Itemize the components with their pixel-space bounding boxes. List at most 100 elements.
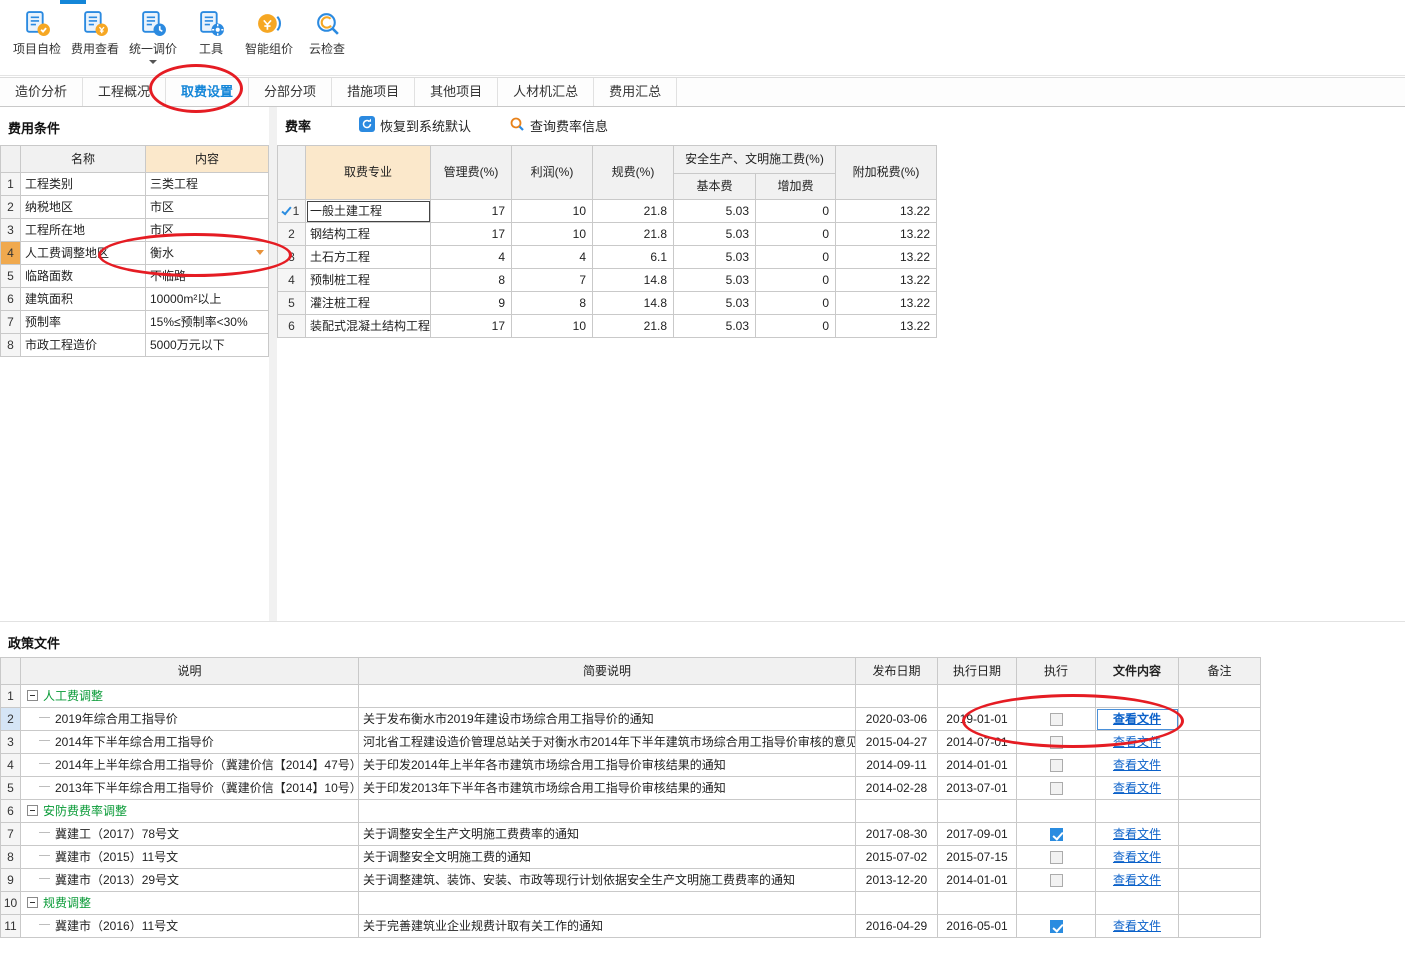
rate-value[interactable]: 10 <box>511 314 593 338</box>
view-file-link[interactable]: 查看文件 <box>1113 735 1161 749</box>
rate-value[interactable]: 0 <box>754 222 837 246</box>
view-file-link[interactable]: 查看文件 <box>1113 919 1161 933</box>
tab-subsection-items[interactable]: 分部分项 <box>249 78 333 106</box>
view-file-link[interactable]: 查看文件 <box>1113 850 1161 864</box>
rate-value[interactable]: 6.1 <box>592 245 674 269</box>
rate-value[interactable]: 8 <box>511 291 593 315</box>
tab-fee-settings[interactable]: 取费设置 <box>166 78 250 106</box>
execute-checkbox[interactable] <box>1049 758 1063 772</box>
policy-file-row[interactable]: 7 冀建工（2017）78号文 关于调整安全生产文明施工费费率的通知 2017-08-… <box>0 822 1261 846</box>
rate-value[interactable]: 4 <box>430 245 512 269</box>
fee-condition-row[interactable]: 1 工程类别 三类工程 <box>0 172 269 196</box>
execute-checkbox[interactable] <box>1049 827 1063 841</box>
condition-value[interactable]: 10000m²以上 <box>145 287 269 311</box>
fee-condition-row[interactable]: 6 建筑面积 10000m²以上 <box>0 287 269 311</box>
execute-checkbox[interactable] <box>1049 735 1063 749</box>
policy-file-row[interactable]: 3 2014年下半年综合用工指导价 河北省工程建设造价管理总站关于对衡水市2014年… <box>0 730 1261 754</box>
toolbar-item-project-self-check[interactable]: 项目自检 <box>8 10 66 57</box>
tab-project-overview[interactable]: 工程概况 <box>83 78 167 106</box>
fee-condition-row[interactable]: 5 临路面数 不临路 <box>0 264 269 288</box>
condition-value[interactable]: 不临路 <box>145 264 269 288</box>
execute-checkbox[interactable] <box>1049 850 1063 864</box>
rate-profession[interactable]: 土石方工程 <box>305 245 431 269</box>
rate-value[interactable]: 13.22 <box>835 199 938 223</box>
rate-value[interactable]: 13.22 <box>835 291 938 315</box>
condition-value[interactable]: 15%≤预制率<30% <box>145 310 269 334</box>
rate-row[interactable]: 2 钢结构工程 17 10 21.8 5.03 0 13.22 <box>277 222 938 246</box>
rate-row[interactable]: 5 灌注桩工程 9 8 14.8 5.03 0 13.22 <box>277 291 938 315</box>
rate-value[interactable]: 17 <box>430 199 512 223</box>
rate-value[interactable]: 5.03 <box>673 291 756 315</box>
execute-checkbox[interactable] <box>1049 873 1063 887</box>
execute-checkbox[interactable] <box>1049 919 1063 933</box>
rate-row[interactable]: 6 装配式混凝土结构工程 17 10 21.8 5.03 0 13.22 <box>277 314 938 338</box>
rate-profession[interactable]: 钢结构工程 <box>305 222 431 246</box>
policy-file-row[interactable]: 8 冀建市（2015）11号文 关于调整安全文明施工费的通知 2015-07-02 20… <box>0 845 1261 869</box>
rate-value[interactable]: 5.03 <box>673 199 756 223</box>
toolbar-item-tools[interactable]: 工具 <box>182 10 240 57</box>
fee-condition-row[interactable]: 7 预制率 15%≤预制率<30% <box>0 310 269 334</box>
policy-file-row[interactable]: 5 2013年下半年综合用工指导价（冀建价信【2014】10号） 关于印发2013年… <box>0 776 1261 800</box>
tab-other-items[interactable]: 其他项目 <box>415 78 499 106</box>
rate-value[interactable]: 0 <box>754 314 837 338</box>
view-file-link[interactable]: 查看文件 <box>1113 781 1161 795</box>
rate-profession[interactable]: 装配式混凝土结构工程 <box>305 314 431 338</box>
condition-value[interactable]: 5000万元以下 <box>145 333 269 357</box>
rate-value[interactable]: 0 <box>754 291 837 315</box>
rate-value[interactable]: 14.8 <box>592 291 674 315</box>
rate-value[interactable]: 5.03 <box>673 268 756 292</box>
view-file-link[interactable]: 查看文件 <box>1113 827 1161 841</box>
fee-condition-row[interactable]: 3 工程所在地 市区 <box>0 218 269 242</box>
rate-value[interactable]: 5.03 <box>673 314 756 338</box>
toolbar-item-smart-pricing[interactable]: 智能组价 <box>240 10 298 57</box>
policy-file-row[interactable]: 2 2019年综合用工指导价 关于发布衡水市2019年建设市场综合用工指导价的通知 2… <box>0 707 1261 731</box>
rate-value[interactable]: 14.8 <box>592 268 674 292</box>
execute-checkbox[interactable] <box>1049 781 1063 795</box>
collapse-icon[interactable] <box>27 804 38 816</box>
tab-measure-items[interactable]: 措施项目 <box>332 78 416 106</box>
rate-value[interactable]: 8 <box>430 268 512 292</box>
rate-value[interactable]: 0 <box>754 245 837 269</box>
rate-value[interactable]: 0 <box>754 268 837 292</box>
policy-group-row[interactable]: 1 人工费调整 <box>0 684 1261 708</box>
fee-condition-row[interactable]: 2 纳税地区 市区 <box>0 195 269 219</box>
policy-file-row[interactable]: 11 冀建市（2016）11号文 关于完善建筑业企业规费计取有关工作的通知 2016-… <box>0 914 1261 938</box>
chevron-down-icon[interactable] <box>149 60 157 64</box>
vertical-splitter[interactable] <box>269 107 277 621</box>
tab-labor-material-summary[interactable]: 人材机汇总 <box>498 78 595 106</box>
rate-value[interactable]: 13.22 <box>835 314 938 338</box>
toolbar-item-cloud-check[interactable]: 云检查 <box>298 10 356 57</box>
rate-value[interactable]: 4 <box>511 245 593 269</box>
rate-profession[interactable]: 灌注桩工程 <box>305 291 431 315</box>
rate-profession[interactable]: 一般土建工程 <box>305 199 431 223</box>
condition-value[interactable]: 衡水 <box>145 241 269 265</box>
rate-value[interactable]: 21.8 <box>592 314 674 338</box>
execute-checkbox[interactable] <box>1049 712 1063 726</box>
rate-value[interactable]: 13.22 <box>835 268 938 292</box>
view-file-link[interactable]: 查看文件 <box>1113 873 1161 887</box>
view-file-link[interactable]: 查看文件 <box>1113 712 1161 726</box>
rate-value[interactable]: 13.22 <box>835 245 938 269</box>
condition-value[interactable]: 市区 <box>145 195 269 219</box>
tab-cost-analysis[interactable]: 造价分析 <box>0 78 84 106</box>
condition-value[interactable]: 三类工程 <box>145 172 269 196</box>
collapse-icon[interactable] <box>27 689 38 701</box>
rate-row[interactable]: 4 预制桩工程 8 7 14.8 5.03 0 13.22 <box>277 268 938 292</box>
policy-group-row[interactable]: 10 规费调整 <box>0 891 1261 915</box>
fee-condition-row[interactable]: 8 市政工程造价 5000万元以下 <box>0 333 269 357</box>
rate-profession[interactable]: 预制桩工程 <box>305 268 431 292</box>
policy-file-row[interactable]: 4 2014年上半年综合用工指导价（冀建价信【2014】47号） 关于印发2014年… <box>0 753 1261 777</box>
query-rate-info-button[interactable]: 查询费率信息 <box>509 116 608 135</box>
tab-cost-summary[interactable]: 费用汇总 <box>594 78 678 106</box>
rate-value[interactable]: 21.8 <box>592 199 674 223</box>
rate-row[interactable]: 3 土石方工程 4 4 6.1 5.03 0 13.22 <box>277 245 938 269</box>
condition-value[interactable]: 市区 <box>145 218 269 242</box>
restore-defaults-button[interactable]: 恢复到系统默认 <box>359 116 471 135</box>
rate-value[interactable]: 0 <box>754 199 837 223</box>
rate-value[interactable]: 5.03 <box>673 222 756 246</box>
policy-file-row[interactable]: 9 冀建市（2013）29号文 关于调整建筑、装饰、安装、市政等现行计划依据安全生产… <box>0 868 1261 892</box>
rate-value[interactable]: 13.22 <box>835 222 938 246</box>
rate-value[interactable]: 21.8 <box>592 222 674 246</box>
view-file-link[interactable]: 查看文件 <box>1113 758 1161 772</box>
rate-value[interactable]: 7 <box>511 268 593 292</box>
